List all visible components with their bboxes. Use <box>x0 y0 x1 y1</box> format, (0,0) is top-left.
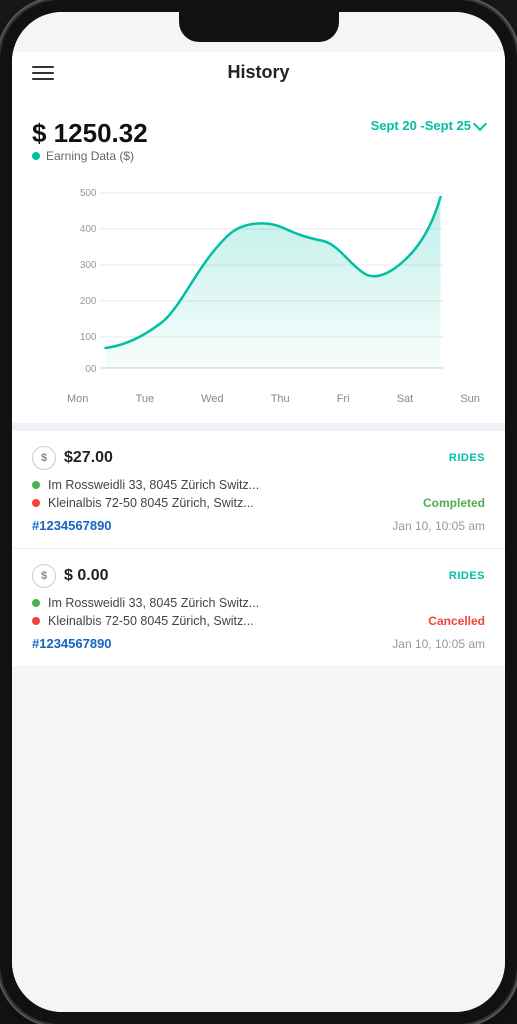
pickup-dot <box>32 599 40 607</box>
x-label-fri: Fri <box>337 393 350 405</box>
screen: History $ 1250.32 Earning Data ($) Sept … <box>12 12 505 1012</box>
transaction-time: Jan 10, 10:05 am <box>392 637 485 651</box>
transaction-card[interactable]: $ $27.00 RIDES Im Rossweidli 33, 8045 Zü… <box>12 431 505 549</box>
transaction-amount: $ $27.00 <box>32 446 113 470</box>
svg-text:200: 200 <box>80 296 97 307</box>
svg-text:400: 400 <box>80 224 97 235</box>
transaction-card[interactable]: $ $ 0.00 RIDES Im Rossweidli 33, 8045 Zü… <box>12 549 505 667</box>
x-label-mon: Mon <box>67 393 88 405</box>
transaction-time: Jan 10, 10:05 am <box>392 519 485 533</box>
svg-text:300: 300 <box>80 260 97 271</box>
date-range-selector[interactable]: Sept 20 -Sept 25 <box>371 118 485 133</box>
x-axis-labels: Mon Tue Wed Thu Fri Sat Sun <box>32 388 485 405</box>
chart-section: $ 1250.32 Earning Data ($) Sept 20 -Sept… <box>12 98 505 423</box>
pickup-address-row: Im Rossweidli 33, 8045 Zürich Switz... <box>32 596 485 610</box>
chart-container: 500 400 300 200 100 00 <box>32 183 485 413</box>
header: History <box>12 52 505 98</box>
phone-inner: History $ 1250.32 Earning Data ($) Sept … <box>12 12 505 1012</box>
dropoff-address-row: Kleinalbis 72-50 8045 Zürich, Switz... C… <box>32 496 485 510</box>
dropoff-address: Kleinalbis 72-50 8045 Zürich, Switz... <box>48 496 415 510</box>
hamburger-line-1 <box>32 66 54 68</box>
pickup-dot <box>32 481 40 489</box>
status-badge: Completed <box>423 496 485 510</box>
transaction-top-row: $ $ 0.00 RIDES <box>32 564 485 588</box>
transaction-id[interactable]: #1234567890 <box>32 518 112 533</box>
dropoff-dot <box>32 617 40 625</box>
hamburger-line-3 <box>32 78 54 80</box>
phone-frame: History $ 1250.32 Earning Data ($) Sept … <box>0 0 517 1024</box>
total-amount: $ 1250.32 <box>32 118 148 149</box>
pickup-address: Im Rossweidli 33, 8045 Zürich Switz... <box>48 478 485 492</box>
svg-text:100: 100 <box>80 332 97 343</box>
page-title: History <box>227 62 289 83</box>
dropoff-dot <box>32 499 40 507</box>
transaction-footer: #1234567890 Jan 10, 10:05 am <box>32 518 485 533</box>
hamburger-menu[interactable] <box>32 66 54 80</box>
earning-label: Earning Data ($) <box>32 149 148 163</box>
notch <box>179 12 339 42</box>
earnings-chart: 500 400 300 200 100 00 <box>32 183 485 383</box>
transaction-list: $ $27.00 RIDES Im Rossweidli 33, 8045 Zü… <box>12 431 505 667</box>
x-label-sat: Sat <box>397 393 414 405</box>
earning-dot <box>32 152 40 160</box>
hamburger-line-2 <box>32 72 54 74</box>
x-label-thu: Thu <box>271 393 290 405</box>
dollar-icon: $ <box>32 446 56 470</box>
x-label-tue: Tue <box>136 393 155 405</box>
transaction-top-row: $ $27.00 RIDES <box>32 446 485 470</box>
section-divider <box>12 423 505 431</box>
pickup-address-row: Im Rossweidli 33, 8045 Zürich Switz... <box>32 478 485 492</box>
transaction-amount: $ $ 0.00 <box>32 564 108 588</box>
dropoff-address-row: Kleinalbis 72-50 8045 Zürich, Switz... C… <box>32 614 485 628</box>
chart-amount: $ 1250.32 Earning Data ($) <box>32 118 148 178</box>
transaction-footer: #1234567890 Jan 10, 10:05 am <box>32 636 485 651</box>
status-badge: Cancelled <box>428 614 485 628</box>
x-label-wed: Wed <box>201 393 223 405</box>
pickup-address: Im Rossweidli 33, 8045 Zürich Switz... <box>48 596 485 610</box>
svg-text:00: 00 <box>85 364 97 375</box>
x-label-sun: Sun <box>460 393 480 405</box>
dropoff-address: Kleinalbis 72-50 8045 Zürich, Switz... <box>48 614 420 628</box>
svg-text:500: 500 <box>80 188 97 199</box>
chevron-down-icon <box>473 116 487 130</box>
transaction-type-badge: RIDES <box>449 570 485 582</box>
dollar-icon: $ <box>32 564 56 588</box>
transaction-id[interactable]: #1234567890 <box>32 636 112 651</box>
chart-header: $ 1250.32 Earning Data ($) Sept 20 -Sept… <box>32 118 485 178</box>
transaction-type-badge: RIDES <box>449 452 485 464</box>
